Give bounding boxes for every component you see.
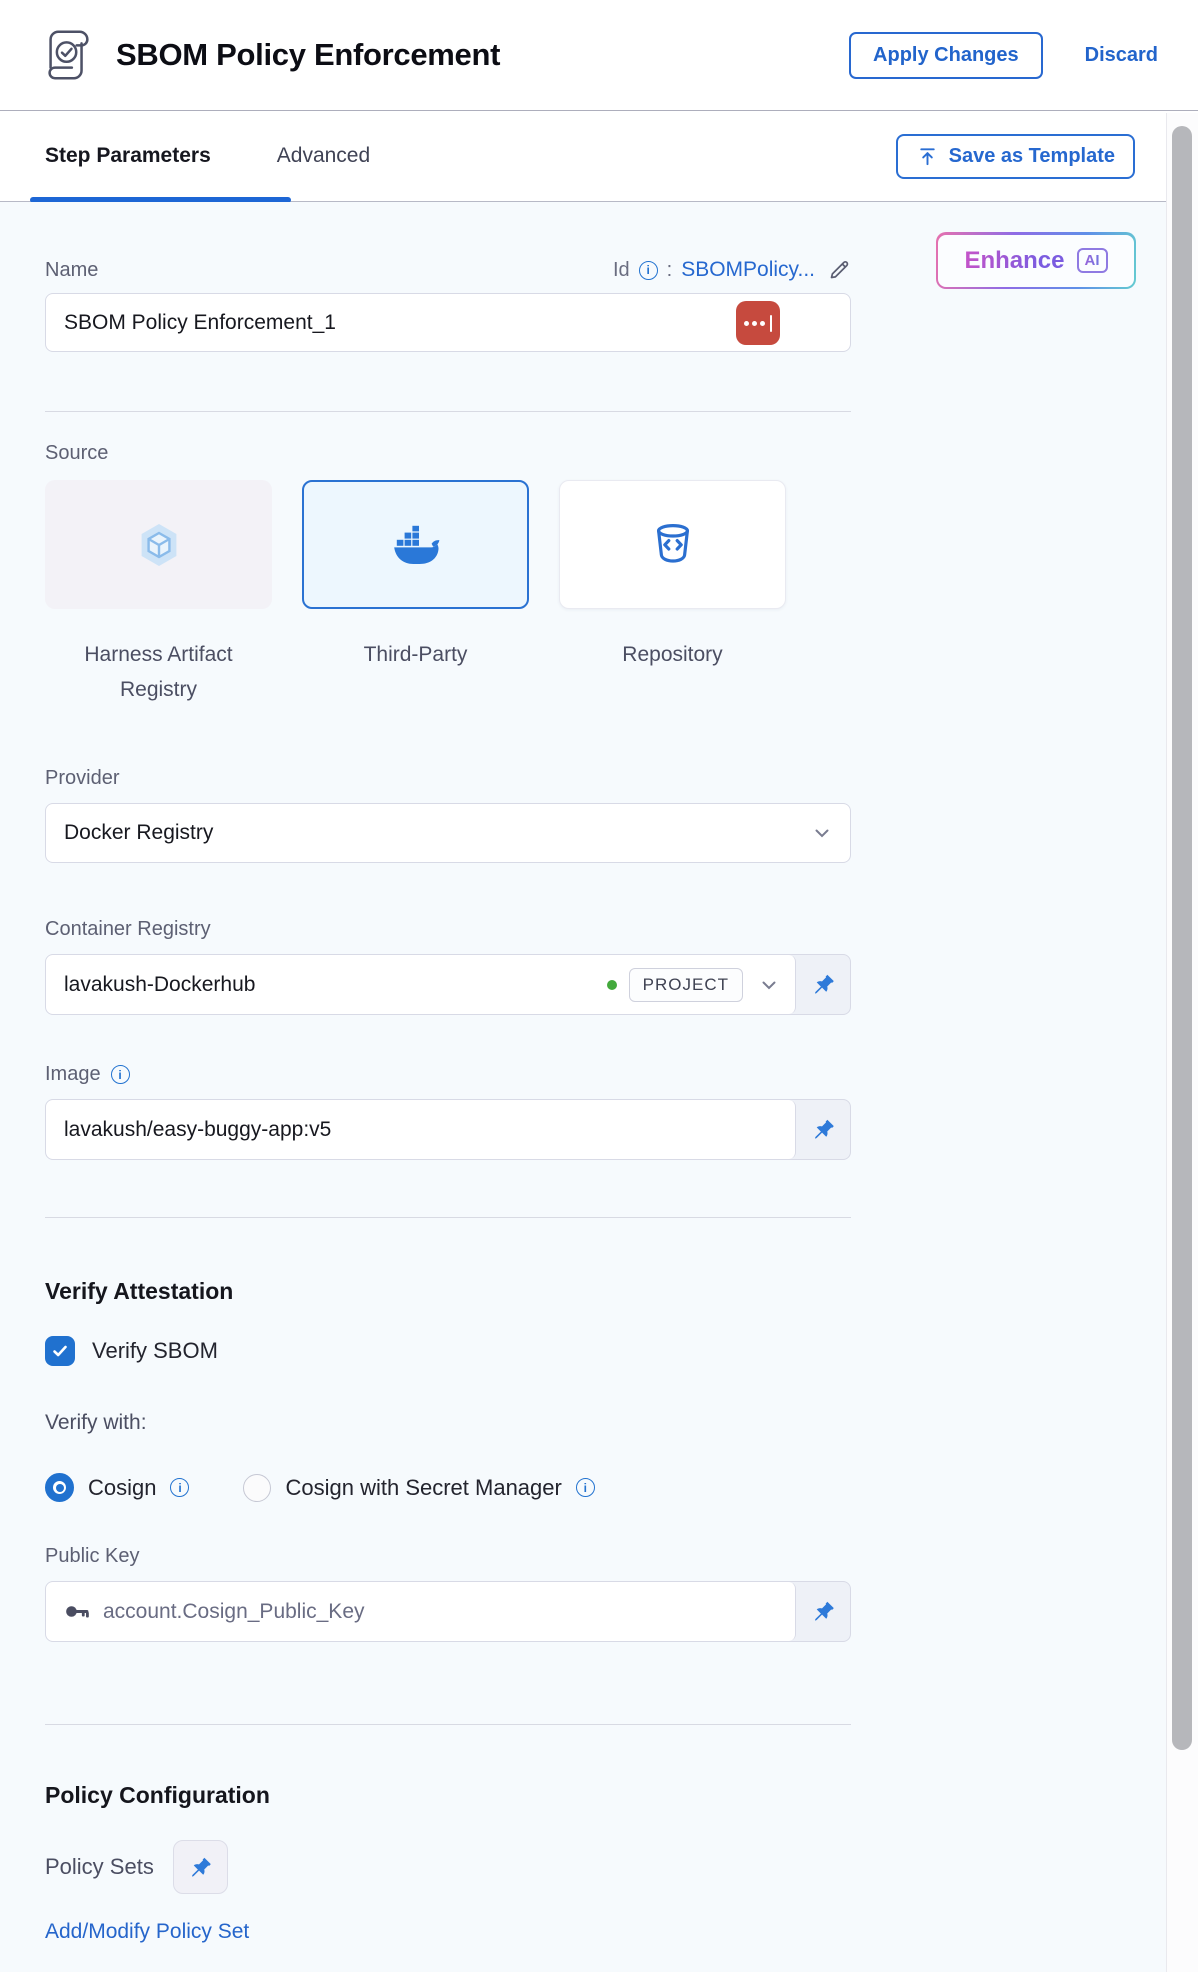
- cosign-info-icon[interactable]: i: [170, 1478, 189, 1497]
- id-separator: :: [667, 259, 673, 282]
- check-icon: [50, 1341, 70, 1361]
- save-as-template-button[interactable]: Save as Template: [896, 134, 1135, 179]
- radio-label: Cosign with Secret Manager: [285, 1475, 561, 1501]
- artifact-registry-icon: [135, 521, 183, 569]
- step-parameters-panel: Enhance AI Name Id i : SBOMPolicy...: [0, 202, 1166, 1972]
- radio-selected[interactable]: [45, 1473, 74, 1502]
- image-value: lavakush/easy-buggy-app:v5: [64, 1118, 781, 1142]
- sbom-step-icon: [40, 25, 96, 85]
- enhance-label: Enhance: [964, 247, 1064, 275]
- container-registry-label: Container Registry: [45, 918, 1166, 941]
- tab-bar: Step Parameters Advanced Save as Templat…: [0, 111, 1198, 202]
- public-key-pin-button[interactable]: [796, 1582, 850, 1641]
- divider: [45, 411, 851, 412]
- name-input[interactable]: [64, 311, 832, 335]
- image-info-icon[interactable]: i: [111, 1065, 130, 1084]
- source-card-third-party[interactable]: [302, 480, 529, 609]
- cosign-secret-manager-info-icon[interactable]: i: [576, 1478, 595, 1497]
- provider-select[interactable]: Docker Registry: [45, 803, 851, 863]
- add-modify-policy-set-link[interactable]: Add/Modify Policy Set: [45, 1920, 249, 1944]
- source-option-label: Repository: [559, 637, 786, 707]
- radio-option-cosign-secret-manager[interactable]: Cosign with Secret Manager i: [243, 1474, 594, 1502]
- verify-sbom-checkbox-row[interactable]: Verify SBOM: [45, 1336, 218, 1366]
- apply-changes-button[interactable]: Apply Changes: [849, 32, 1043, 79]
- id-prefix: Id: [613, 259, 630, 282]
- public-key-field: account.Cosign_Public_Key: [45, 1581, 851, 1642]
- verify-sbom-checkbox[interactable]: [45, 1336, 75, 1366]
- public-key-input[interactable]: account.Cosign_Public_Key: [46, 1582, 796, 1641]
- scrollbar-thumb[interactable]: [1172, 126, 1192, 1750]
- policy-sets-pin-button[interactable]: [173, 1840, 228, 1894]
- key-icon: [64, 1598, 91, 1625]
- image-label-row: Image i: [45, 1063, 1166, 1086]
- docker-whale-icon: [392, 521, 440, 569]
- container-registry-select[interactable]: lavakush-Dockerhub PROJECT: [46, 955, 796, 1014]
- connector-status-dot: [607, 980, 617, 990]
- verify-with-options: Cosign i Cosign with Secret Manager i: [45, 1473, 1166, 1502]
- source-option-labels: Harness Artifact Registry Third-Party Re…: [45, 637, 1166, 707]
- save-template-icon: [916, 145, 939, 168]
- name-input-wrap: [45, 293, 851, 352]
- pin-icon: [188, 1855, 213, 1880]
- verify-sbom-label: Verify SBOM: [92, 1338, 218, 1364]
- scope-badge: PROJECT: [629, 968, 743, 1002]
- verify-with-label: Verify with:: [45, 1411, 1166, 1435]
- name-label: Name: [45, 259, 98, 282]
- source-label: Source: [45, 442, 1166, 465]
- scrollbar-track[interactable]: [1166, 113, 1198, 1972]
- container-registry-value: lavakush-Dockerhub: [64, 973, 607, 997]
- container-registry-pin-button[interactable]: [796, 955, 850, 1014]
- radio-unselected[interactable]: [243, 1474, 271, 1502]
- name-row: Name Id i : SBOMPolicy...: [45, 258, 851, 282]
- public-key-value: account.Cosign_Public_Key: [103, 1600, 781, 1624]
- page-title: SBOM Policy Enforcement: [116, 37, 500, 73]
- id-value: SBOMPolicy...: [681, 258, 815, 282]
- image-field: lavakush/easy-buggy-app:v5: [45, 1099, 851, 1160]
- ai-badge: AI: [1077, 248, 1108, 273]
- enhance-ai-button[interactable]: Enhance AI: [936, 232, 1136, 289]
- discard-button[interactable]: Discard: [1085, 44, 1158, 67]
- provider-label: Provider: [45, 767, 1166, 790]
- tab-step-parameters[interactable]: Step Parameters: [45, 144, 211, 168]
- radio-option-cosign[interactable]: Cosign i: [45, 1473, 189, 1502]
- verify-attestation-heading: Verify Attestation: [45, 1278, 1166, 1305]
- source-option-label: Third-Party: [302, 637, 529, 707]
- chevron-down-icon: [810, 821, 834, 845]
- id-group: Id i : SBOMPolicy...: [613, 258, 851, 282]
- password-manager-extension-icon[interactable]: [736, 301, 780, 345]
- image-pin-button[interactable]: [796, 1100, 850, 1159]
- source-option-label: Harness Artifact Registry: [45, 637, 272, 707]
- image-input[interactable]: lavakush/easy-buggy-app:v5: [46, 1100, 796, 1159]
- divider: [45, 1724, 851, 1725]
- source-options: [45, 480, 1166, 609]
- image-label: Image: [45, 1063, 101, 1086]
- edit-id-icon[interactable]: [827, 258, 851, 282]
- provider-value: Docker Registry: [64, 821, 213, 845]
- sbom-step-panel: SBOM Policy Enforcement Apply Changes Di…: [0, 0, 1198, 1972]
- pin-icon: [811, 972, 836, 997]
- container-registry-field: lavakush-Dockerhub PROJECT: [45, 954, 851, 1015]
- header: SBOM Policy Enforcement Apply Changes Di…: [0, 0, 1198, 111]
- policy-sets-label: Policy Sets: [45, 1854, 154, 1880]
- divider: [45, 1217, 851, 1218]
- id-info-icon[interactable]: i: [639, 261, 658, 280]
- repository-bucket-icon: [649, 521, 697, 569]
- source-card-repository[interactable]: [559, 480, 786, 609]
- chevron-down-icon[interactable]: [757, 973, 781, 997]
- pin-icon: [811, 1117, 836, 1142]
- public-key-label: Public Key: [45, 1545, 1166, 1568]
- tab-advanced[interactable]: Advanced: [277, 144, 370, 168]
- policy-sets-row: Policy Sets: [45, 1840, 1166, 1894]
- radio-label: Cosign: [88, 1475, 156, 1501]
- source-card-harness-artifact-registry[interactable]: [45, 480, 272, 609]
- header-actions: Apply Changes Discard: [849, 32, 1158, 79]
- pin-icon: [811, 1599, 836, 1624]
- policy-configuration-heading: Policy Configuration: [45, 1782, 1166, 1809]
- save-template-label: Save as Template: [949, 145, 1115, 168]
